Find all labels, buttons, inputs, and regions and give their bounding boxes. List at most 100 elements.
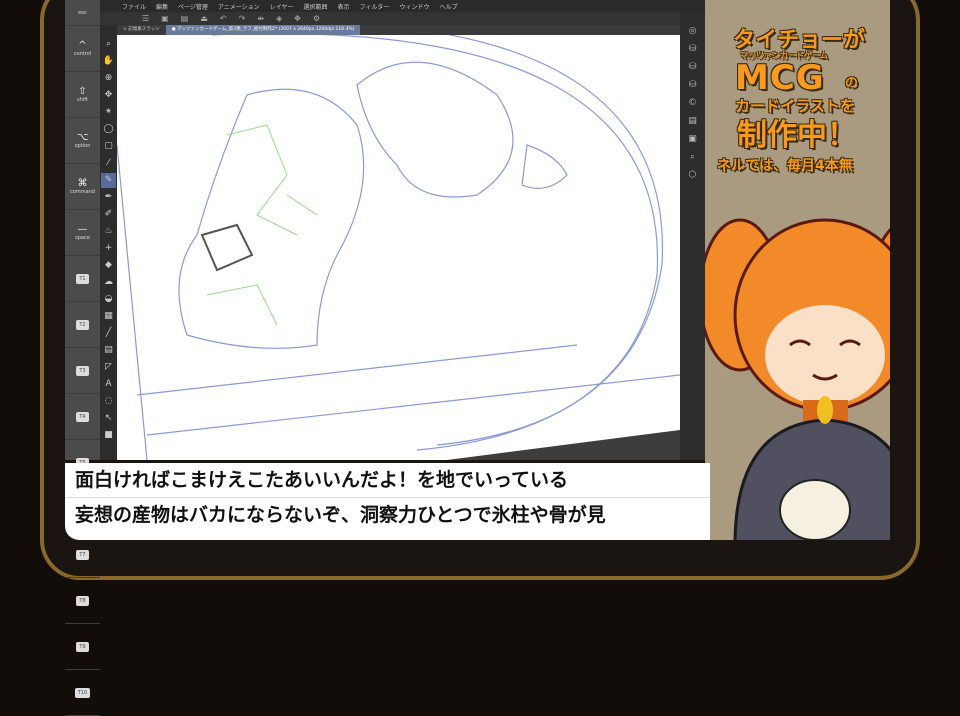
right-panel-icons: ◎ ⛁ ⛁ ⛁ © ▤ ▣ ⌕ ⬡ [680,12,705,460]
key-control[interactable]: ^ control [65,26,100,72]
document-tabs: × 記憶素スラッシ ● マッツァンカードゲーム_第3弾_ラフ_絵付制作2* (3… [117,25,697,35]
blend-icon[interactable]: ☁ [104,275,113,290]
subtitle-line-1: 面白ければこまけえこたあいいんだよ！を地でいっている [75,469,569,491]
color-icon[interactable]: © [688,98,697,108]
hand-tool-icon[interactable]: ✋ [103,54,114,69]
menu-item[interactable]: ウィンドウ [399,2,429,11]
menu-icon[interactable]: ☰ [142,14,149,23]
wand-tool-icon[interactable]: ✴ [105,105,113,120]
key-esc[interactable]: esc [65,0,100,26]
eraser-icon[interactable]: ◆ [105,258,112,273]
key-glyph-icon: ⌥ [76,132,89,143]
menu-item[interactable]: ページ管理 [178,2,208,11]
navigator-icon[interactable]: ◎ [689,26,697,36]
key-label: T10 [74,687,91,698]
key-t8[interactable]: T8 [65,578,100,624]
pixel-character-avatar [705,218,890,540]
promo-panel: タイチョーが マッツァンカードゲーム MCG の カードイラストを 制作中！ ネ… [705,0,890,540]
text-tool-icon[interactable]: A [105,377,111,392]
line-tool-icon[interactable]: ╱ [106,326,111,341]
tab-active-document[interactable]: ● マッツァンカードゲーム_第3弾_ラフ_絵付制作2* (3007 x 2640… [165,25,361,35]
transform-icon[interactable]: ✥ [294,14,301,23]
key-t1[interactable]: T1 [65,256,100,302]
tab-other[interactable]: × 記憶素スラッシ [117,25,166,35]
property-icon[interactable]: ▤ [688,116,697,126]
promo-logo: MCG [735,58,825,98]
eyedropper-icon[interactable]: ⁄ [108,156,110,171]
key-label: T2 [76,319,89,330]
key-t3[interactable]: T3 [65,348,100,394]
pencil-tool-icon[interactable]: ✎ [101,173,116,188]
key-t9[interactable]: T9 [65,624,100,670]
menu-item[interactable]: 編集 [156,2,168,11]
menu-item[interactable]: 表示 [338,2,350,11]
menu-bar: ファイル 編集 ページ管理 アニメーション レイヤー 選択範囲 表示 フィルター ウィンドウ ヘル… [100,0,705,12]
key-label: T4 [76,411,89,422]
ruler-icon[interactable]: ◸ [105,360,112,375]
key-option[interactable]: ⌥ option [65,118,100,164]
promo-line5: ネルでは、毎月4本無 [717,158,853,174]
color-swatch-icon[interactable]: ■ [104,428,113,443]
key-t10[interactable]: T10 [65,670,100,716]
material-icon[interactable]: ⬡ [689,170,697,180]
key-label: shift [77,97,88,103]
key-label: command [70,189,95,195]
shortcut-key-panel: esc ^ control ⇧ shift ⌥ option ⌘ command — space T1… [65,0,100,716]
flip-icon[interactable]: ⇹ [257,14,264,23]
key-glyph-icon: — [77,224,88,235]
key-t2[interactable]: T2 [65,302,100,348]
menu-item[interactable]: アニメーション [218,2,260,11]
layer-icon-1[interactable]: ⛁ [689,44,697,54]
decoration-icon[interactable]: + [105,241,113,256]
search-icon[interactable]: ⌕ [690,152,695,162]
layer-icon-3[interactable]: ⛁ [689,80,697,90]
key-label: space [75,235,90,241]
balloon-icon[interactable]: ◌ [105,394,113,409]
zoom-in-icon[interactable]: ⊕ [105,71,113,86]
key-label: T3 [76,365,89,376]
promo-line4: 制作中！ [737,118,857,153]
sketch-artwork [117,35,680,460]
key-t4[interactable]: T4 [65,394,100,440]
airbrush-icon[interactable]: ♨ [104,224,112,239]
settings-icon[interactable]: ⚙ [313,14,320,23]
key-label: T1 [76,273,89,284]
select-tool-icon[interactable]: ▢ [104,139,113,154]
save-icon[interactable]: ⏏ [200,14,208,23]
gradient-icon[interactable]: ▦ [104,309,113,324]
key-shift[interactable]: ⇧ shift [65,72,100,118]
key-label: esc [78,9,87,16]
drawing-canvas[interactable] [117,35,680,460]
new-icon[interactable]: ▣ [161,14,169,23]
command-bar: ☰ ▣ ▤ ⏏ ↶ ↷ ⇹ ◈ ✥ ⚙ [100,12,705,25]
object-tool-icon[interactable]: ↖ [105,411,113,426]
subtitle-box: 面白ければこまけえこたあいいんだよ！を地でいっている 妄想の産物はバカにならない… [65,463,710,540]
menu-item[interactable]: ファイル [122,2,146,11]
redo-icon[interactable]: ↷ [239,14,246,23]
key-glyph-icon: ^ [78,40,87,51]
undo-icon[interactable]: ↶ [220,14,227,23]
frame-tool-icon[interactable]: ▤ [104,343,113,358]
tool-palette: ⌕ ✋ ⊕ ✥ ✴ ◯ ▢ ⁄ ✎ ✒ ✐ ♨ + ◆ ☁ ◒ ▦ ╱ ▤ ◸ A ◌ ↖ ■ [100,25,117,460]
menu-item[interactable]: 選択範囲 [304,2,328,11]
key-glyph-icon: ⌘ [77,178,88,189]
menu-item[interactable]: ヘルプ [439,2,457,11]
zoom-tool-icon[interactable]: ⌕ [106,37,111,52]
key-label: T9 [76,641,89,652]
menu-item[interactable]: レイヤー [270,2,294,11]
brush-tool-icon[interactable]: ✐ [105,207,113,222]
history-icon[interactable]: ▣ [688,134,697,144]
key-label: control [73,51,92,57]
key-label: option [74,143,91,149]
key-space[interactable]: — space [65,210,100,256]
key-label: T8 [76,595,89,606]
fill-icon[interactable]: ◈ [276,14,282,23]
layer-icon-2[interactable]: ⛁ [689,62,697,72]
menu-item[interactable]: フィルター [360,2,390,11]
key-command[interactable]: ⌘ command [65,164,100,210]
lasso-tool-icon[interactable]: ◯ [103,122,113,137]
move-tool-icon[interactable]: ✥ [105,88,113,103]
pen-tool-icon[interactable]: ✒ [105,190,113,205]
fill-tool-icon[interactable]: ◒ [105,292,113,307]
open-icon[interactable]: ▤ [181,14,189,23]
